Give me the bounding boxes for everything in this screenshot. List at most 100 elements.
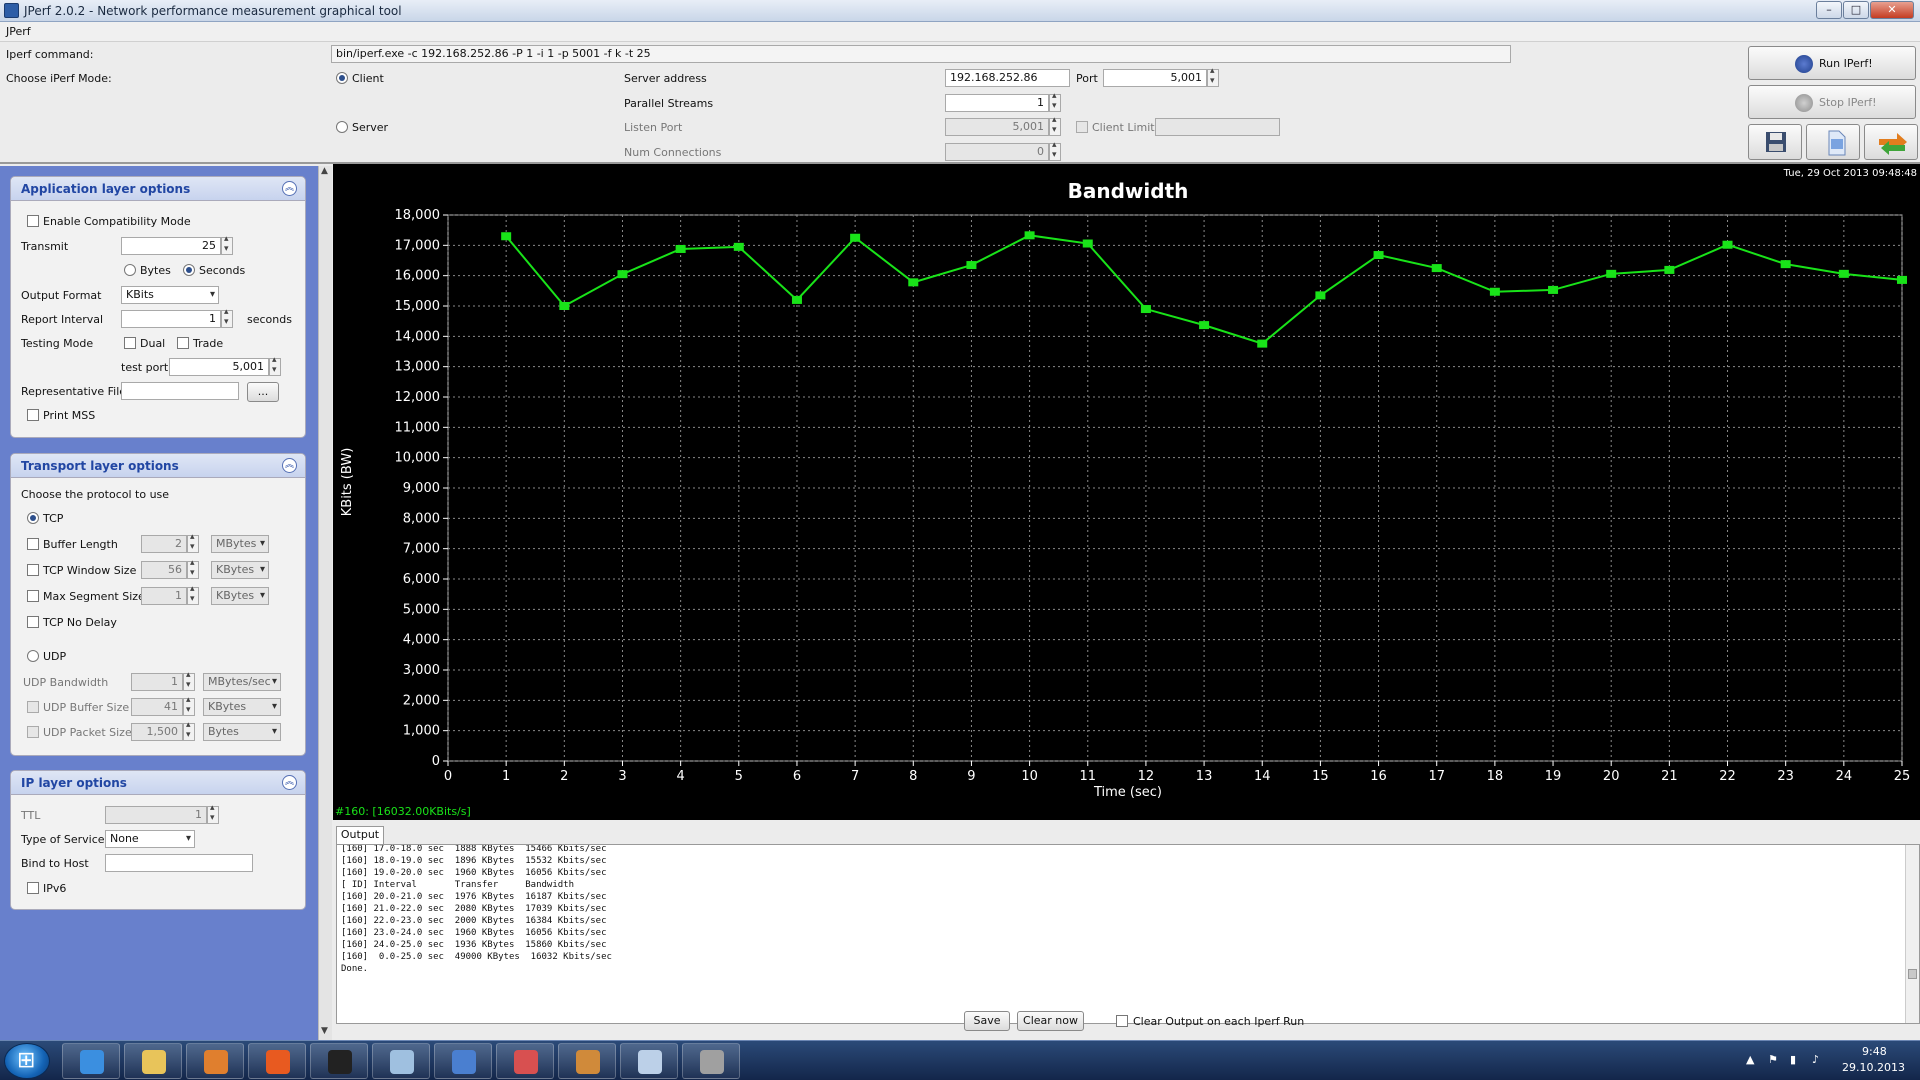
output-text-area[interactable]: [160] 17.0-18.0 sec 1888 KBytes 15466 Kb… (336, 844, 1920, 1024)
flag-icon[interactable]: ⚑ (1768, 1053, 1782, 1067)
udp-packet-input[interactable]: 1,500 (131, 723, 183, 741)
volume-icon[interactable]: ♪ (1812, 1053, 1826, 1067)
port-spinner[interactable] (1207, 66, 1219, 87)
mss-unit-select[interactable]: KBytes (211, 587, 269, 605)
save-config-button[interactable] (1748, 124, 1802, 160)
output-scrollbar[interactable] (1905, 845, 1919, 1023)
listen-port-spinner[interactable] (1049, 115, 1061, 136)
run-iperf-button[interactable]: Run IPerf! (1748, 46, 1916, 80)
tcp-window-unit-select[interactable]: KBytes (211, 561, 269, 579)
taskbar-item-explorer[interactable] (124, 1043, 182, 1079)
stop-iperf-button[interactable]: Stop IPerf! (1748, 85, 1916, 119)
ip-layer-header[interactable]: IP layer options ︽ (11, 771, 305, 795)
bind-host-input[interactable] (105, 854, 253, 872)
transmit-input[interactable]: 25 (121, 237, 221, 255)
scroll-up-icon[interactable]: ▲ (321, 166, 328, 176)
transport-layer-header[interactable]: Transport layer options ︽ (11, 454, 305, 478)
bytes-radio[interactable] (124, 264, 136, 276)
buffer-length-checkbox[interactable] (27, 538, 39, 550)
udp-radio[interactable] (27, 650, 39, 662)
ttl-input[interactable]: 1 (105, 806, 207, 824)
dual-checkbox[interactable] (124, 337, 136, 349)
compatibility-mode-checkbox[interactable] (27, 215, 39, 227)
taskbar-item-ie[interactable] (62, 1043, 120, 1079)
signal-icon[interactable]: ▮ (1790, 1053, 1804, 1067)
mss-input[interactable]: 1 (141, 587, 187, 605)
report-interval-spinner[interactable] (221, 307, 233, 328)
client-limit-input[interactable] (1155, 118, 1280, 136)
clock-date[interactable]: 29.10.2013 (1842, 1061, 1905, 1074)
udp-packet-checkbox[interactable] (27, 726, 39, 738)
tcp-radio[interactable] (27, 512, 39, 524)
udp-buffer-spinner[interactable] (183, 695, 195, 716)
taskbar-item-java[interactable] (558, 1043, 616, 1079)
udp-buffer-unit-select[interactable]: KBytes (203, 698, 281, 716)
report-interval-input[interactable]: 1 (121, 310, 221, 328)
tos-select[interactable]: None (105, 830, 195, 848)
buffer-length-unit-select[interactable]: MBytes (211, 535, 269, 553)
sidebar-scrollbar[interactable]: ▲ ▼ (318, 166, 332, 1040)
collapse-icon[interactable]: ︽ (282, 181, 297, 196)
mss-spinner[interactable] (187, 584, 199, 605)
udp-buffer-checkbox[interactable] (27, 701, 39, 713)
transmit-spinner[interactable] (221, 234, 233, 255)
buffer-length-spinner[interactable] (187, 532, 199, 553)
udp-bandwidth-unit-select[interactable]: MBytes/sec (203, 673, 281, 691)
tcp-nodelay-checkbox[interactable] (27, 616, 39, 628)
mss-checkbox[interactable] (27, 590, 39, 602)
udp-bandwidth-spinner[interactable] (183, 670, 195, 691)
num-connections-spinner[interactable] (1049, 140, 1061, 161)
application-layer-header[interactable]: Application layer options ︽ (11, 177, 305, 201)
port-input[interactable]: 5,001 (1103, 69, 1207, 87)
clock-time[interactable]: 9:48 (1862, 1045, 1887, 1058)
menu-jperf[interactable]: JPerf (6, 25, 31, 38)
taskbar-item-paint[interactable] (496, 1043, 554, 1079)
collapse-icon[interactable]: ︽ (282, 775, 297, 790)
taskbar-item-jperf[interactable] (620, 1043, 678, 1079)
udp-buffer-input[interactable]: 41 (131, 698, 183, 716)
start-button[interactable] (4, 1043, 50, 1079)
parallel-streams-input[interactable]: 1 (945, 94, 1049, 112)
iperf-command-field[interactable]: bin/iperf.exe -c 192.168.252.86 -P 1 -i … (331, 45, 1511, 63)
print-mss-checkbox[interactable] (27, 409, 39, 421)
collapse-icon[interactable]: ︽ (282, 458, 297, 473)
udp-bandwidth-input[interactable]: 1 (131, 673, 183, 691)
tcp-window-checkbox[interactable] (27, 564, 39, 576)
num-connections-input[interactable]: 0 (945, 143, 1049, 161)
browse-button[interactable]: ... (247, 382, 279, 402)
taskbar-item-cmd[interactable] (310, 1043, 368, 1079)
maximize-button[interactable]: □ (1843, 1, 1869, 19)
tab-output[interactable]: Output (336, 826, 384, 844)
client-radio[interactable] (336, 72, 348, 84)
taskbar-item-media-player[interactable] (186, 1043, 244, 1079)
close-button[interactable]: ✕ (1870, 1, 1914, 19)
tcp-window-input[interactable]: 56 (141, 561, 187, 579)
client-limit-checkbox[interactable] (1076, 121, 1088, 133)
udp-packet-spinner[interactable] (183, 720, 195, 741)
scroll-down-icon[interactable]: ▼ (321, 1026, 328, 1036)
restore-config-button[interactable] (1806, 124, 1860, 160)
test-port-input[interactable]: 5,001 (169, 358, 269, 376)
taskbar-item-network[interactable] (434, 1043, 492, 1079)
taskbar-item-notepad[interactable] (372, 1043, 430, 1079)
parallel-streams-spinner[interactable] (1049, 91, 1061, 112)
udp-packet-unit-select[interactable]: Bytes (203, 723, 281, 741)
trade-checkbox[interactable] (177, 337, 189, 349)
clear-now-button[interactable]: Clear now (1017, 1011, 1084, 1031)
taskbar-item-firefox[interactable] (248, 1043, 306, 1079)
buffer-length-input[interactable]: 2 (141, 535, 187, 553)
clear-output-checkbox[interactable] (1116, 1015, 1128, 1027)
ipv6-checkbox[interactable] (27, 882, 39, 894)
ttl-spinner[interactable] (207, 803, 219, 824)
seconds-radio[interactable] (183, 264, 195, 276)
minimize-button[interactable]: – (1816, 1, 1842, 19)
taskbar-item-xming[interactable] (682, 1043, 740, 1079)
test-port-spinner[interactable] (269, 355, 281, 376)
show-hidden-icon[interactable]: ▲ (1746, 1053, 1760, 1067)
representative-file-input[interactable] (121, 382, 239, 400)
output-format-select[interactable]: KBits (121, 286, 219, 304)
server-radio[interactable] (336, 121, 348, 133)
server-address-input[interactable]: 192.168.252.86 (945, 69, 1070, 87)
tcp-window-spinner[interactable] (187, 558, 199, 579)
scroll-thumb[interactable] (1908, 969, 1917, 979)
